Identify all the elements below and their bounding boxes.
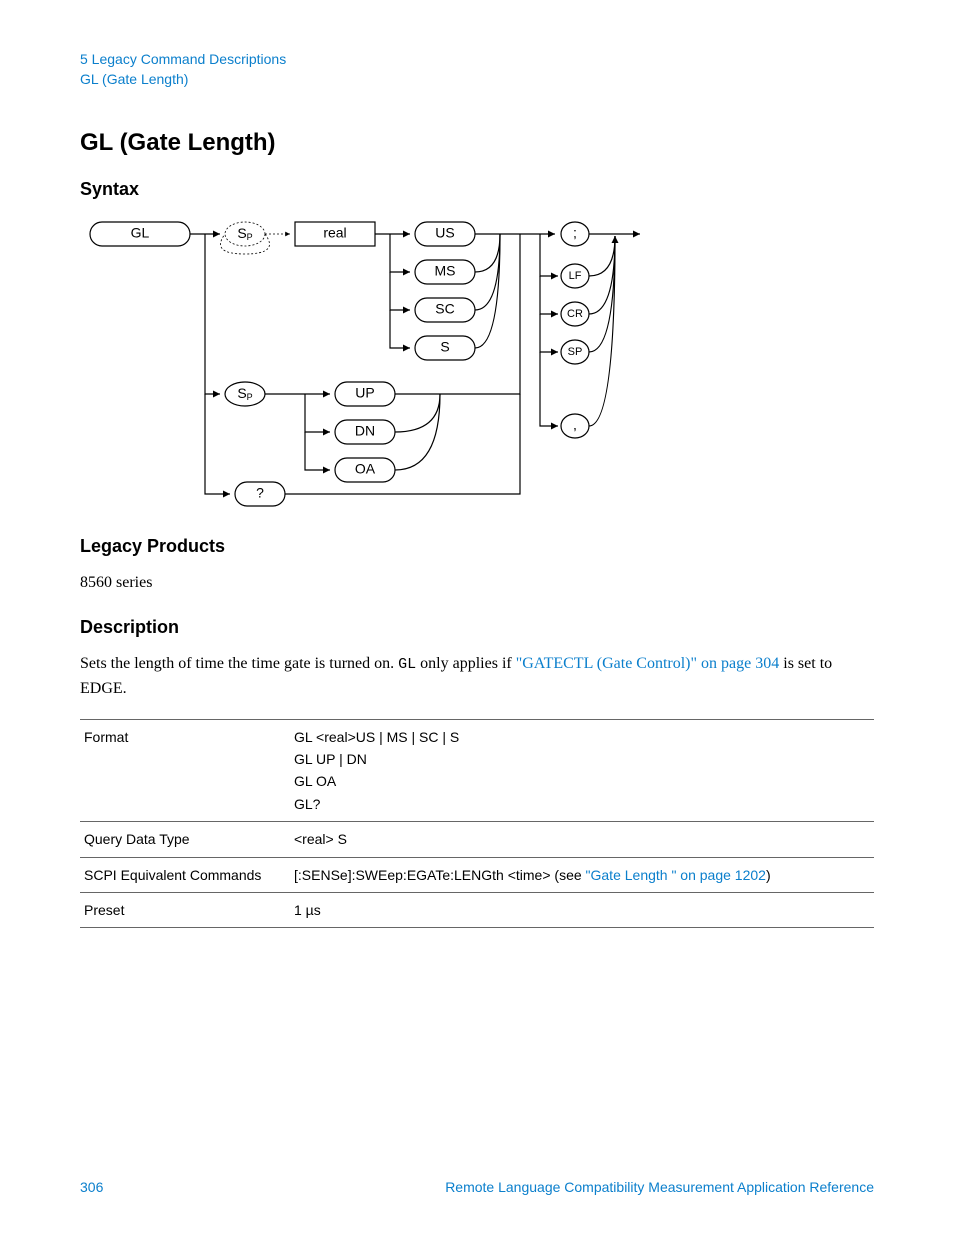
spec-table: Format GL <real>US | MS | SC | S GL UP |…: [80, 719, 874, 929]
desc-mid: only applies if: [416, 655, 516, 672]
table-row: Format GL <real>US | MS | SC | S GL UP |…: [80, 719, 874, 822]
svg-text:DN: DN: [355, 423, 375, 439]
row-value: 1 µs: [290, 893, 874, 928]
page-title: GL (Gate Length): [80, 129, 874, 157]
desc-pre: Sets the length of time the time gate is…: [80, 655, 398, 672]
desc-code: GL: [398, 656, 416, 673]
row-label: Preset: [80, 893, 290, 928]
svg-text:SC: SC: [435, 301, 454, 317]
doc-title: Remote Language Compatibility Measuremen…: [445, 1179, 874, 1195]
svg-text:SP: SP: [568, 346, 583, 358]
page-footer: 306 Remote Language Compatibility Measur…: [80, 1179, 874, 1195]
svg-text:real: real: [323, 225, 346, 241]
svg-text:S: S: [440, 339, 449, 355]
svg-text:;: ;: [573, 225, 577, 241]
row-label: SCPI Equivalent Commands: [80, 857, 290, 892]
table-row: SCPI Equivalent Commands [:SENSe]:SWEep:…: [80, 857, 874, 892]
description-paragraph: Sets the length of time the time gate is…: [80, 652, 874, 701]
table-row: Query Data Type <real> S: [80, 822, 874, 857]
gate-length-link[interactable]: "Gate Length " on page 1202: [586, 867, 766, 883]
syntax-diagram: .box { fill:#fff; stroke:#000; stroke-wi…: [80, 214, 874, 514]
row-value: [:SENSe]:SWEep:EGATe:LENGth <time> (see …: [290, 857, 874, 892]
row-label: Format: [80, 719, 290, 822]
svg-text:GL: GL: [131, 225, 150, 241]
gatectl-link[interactable]: "GATECTL (Gate Control)" on page 304: [516, 655, 780, 672]
svg-text:?: ?: [256, 485, 264, 501]
svg-text:US: US: [435, 225, 454, 241]
row-value: GL <real>US | MS | SC | S GL UP | DN GL …: [290, 719, 874, 822]
page-header: 5 Legacy Command Descriptions GL (Gate L…: [80, 50, 874, 89]
section-description-heading: Description: [80, 617, 874, 638]
page-number: 306: [80, 1179, 103, 1195]
svg-text:,: ,: [573, 417, 577, 433]
svg-text:LF: LF: [569, 270, 582, 282]
svg-text:OA: OA: [355, 461, 376, 477]
svg-text:CR: CR: [567, 308, 583, 320]
legacy-products-text: 8560 series: [80, 571, 874, 595]
header-section: GL (Gate Length): [80, 70, 874, 90]
table-row: Preset 1 µs: [80, 893, 874, 928]
row-value: <real> S: [290, 822, 874, 857]
header-chapter: 5 Legacy Command Descriptions: [80, 50, 874, 70]
svg-text:UP: UP: [355, 385, 374, 401]
section-syntax-heading: Syntax: [80, 179, 874, 200]
section-legacy-heading: Legacy Products: [80, 536, 874, 557]
svg-text:MS: MS: [435, 263, 456, 279]
row-label: Query Data Type: [80, 822, 290, 857]
